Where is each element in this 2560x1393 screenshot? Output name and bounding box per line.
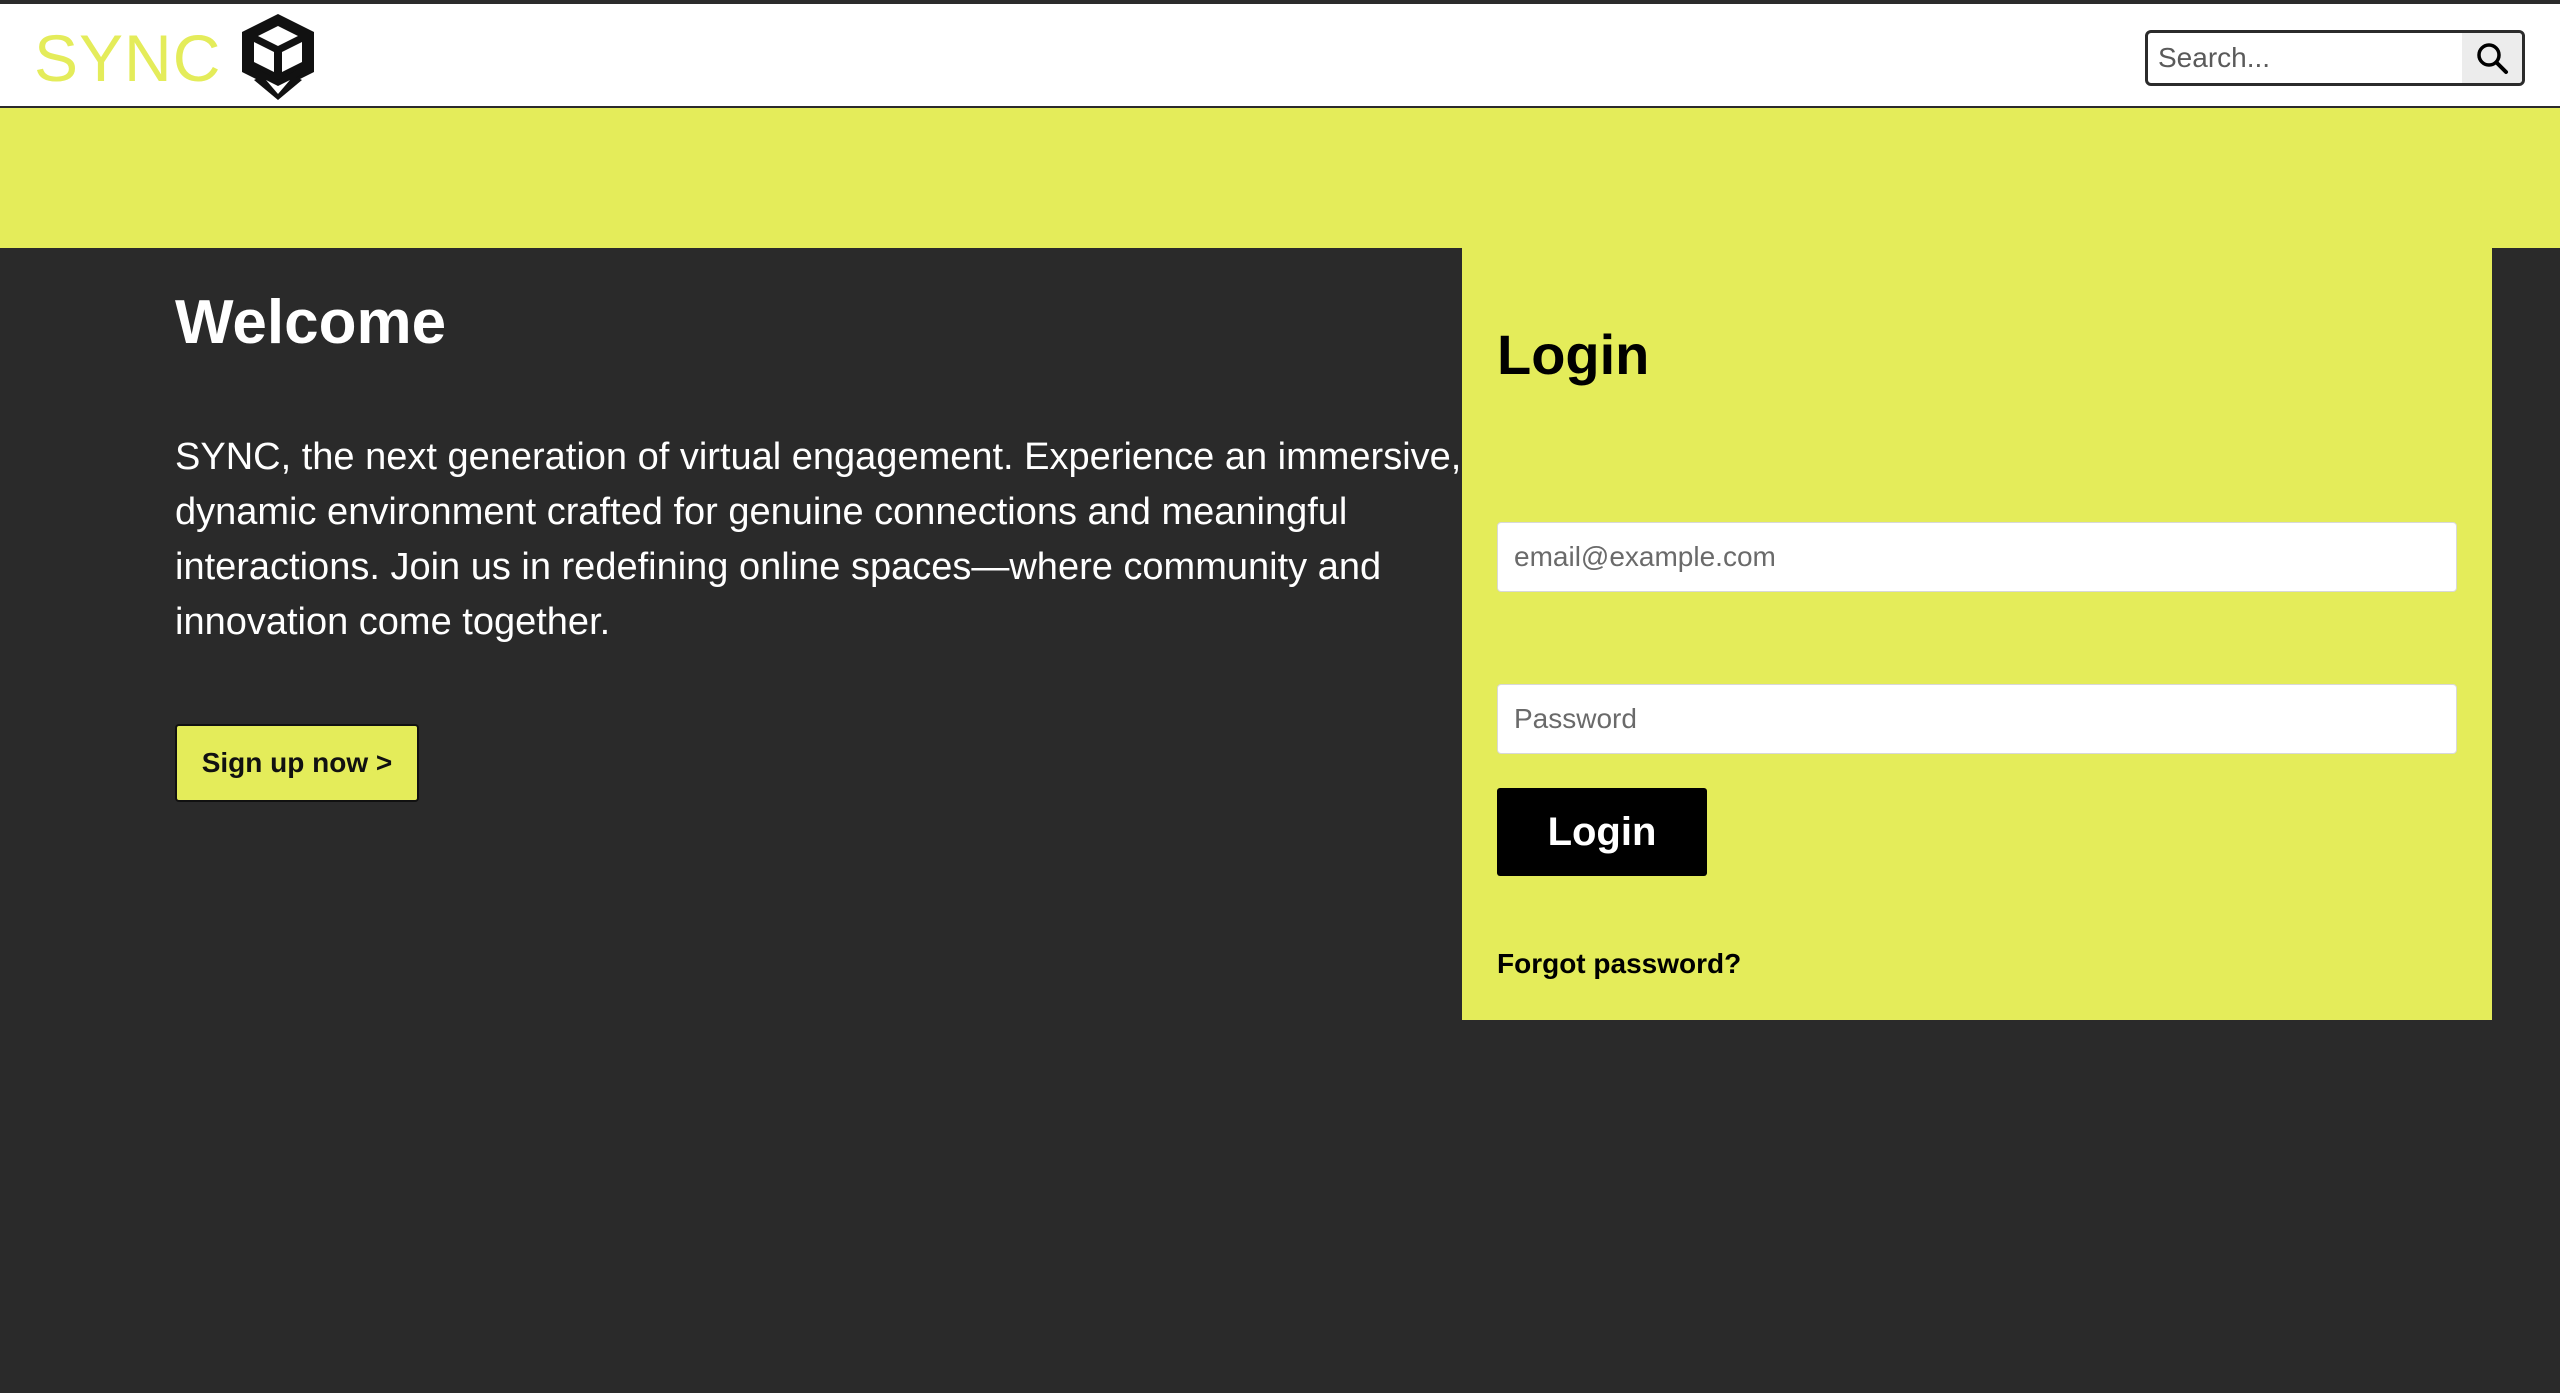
login-title: Login: [1497, 323, 1650, 386]
email-field[interactable]: [1497, 522, 2457, 592]
brand-name[interactable]: SYNC: [34, 18, 221, 98]
welcome-title: Welcome: [175, 288, 447, 357]
forgot-password-link[interactable]: Forgot password?: [1497, 948, 1741, 980]
top-header: SYNC: [0, 0, 2560, 108]
signup-button[interactable]: Sign up now >: [175, 724, 419, 802]
password-field[interactable]: [1497, 684, 2457, 754]
search-box: [2145, 30, 2525, 86]
search-button[interactable]: [2462, 33, 2522, 83]
accent-band: [0, 108, 2560, 248]
login-button[interactable]: Login: [1497, 788, 1707, 876]
cube-logo-icon[interactable]: [226, 10, 330, 106]
search-icon: [2477, 43, 2508, 74]
login-panel: Login Login Forgot password?: [1462, 248, 2492, 1020]
welcome-description: SYNC, the next generation of virtual eng…: [175, 436, 1462, 643]
search-input[interactable]: [2148, 33, 2464, 83]
